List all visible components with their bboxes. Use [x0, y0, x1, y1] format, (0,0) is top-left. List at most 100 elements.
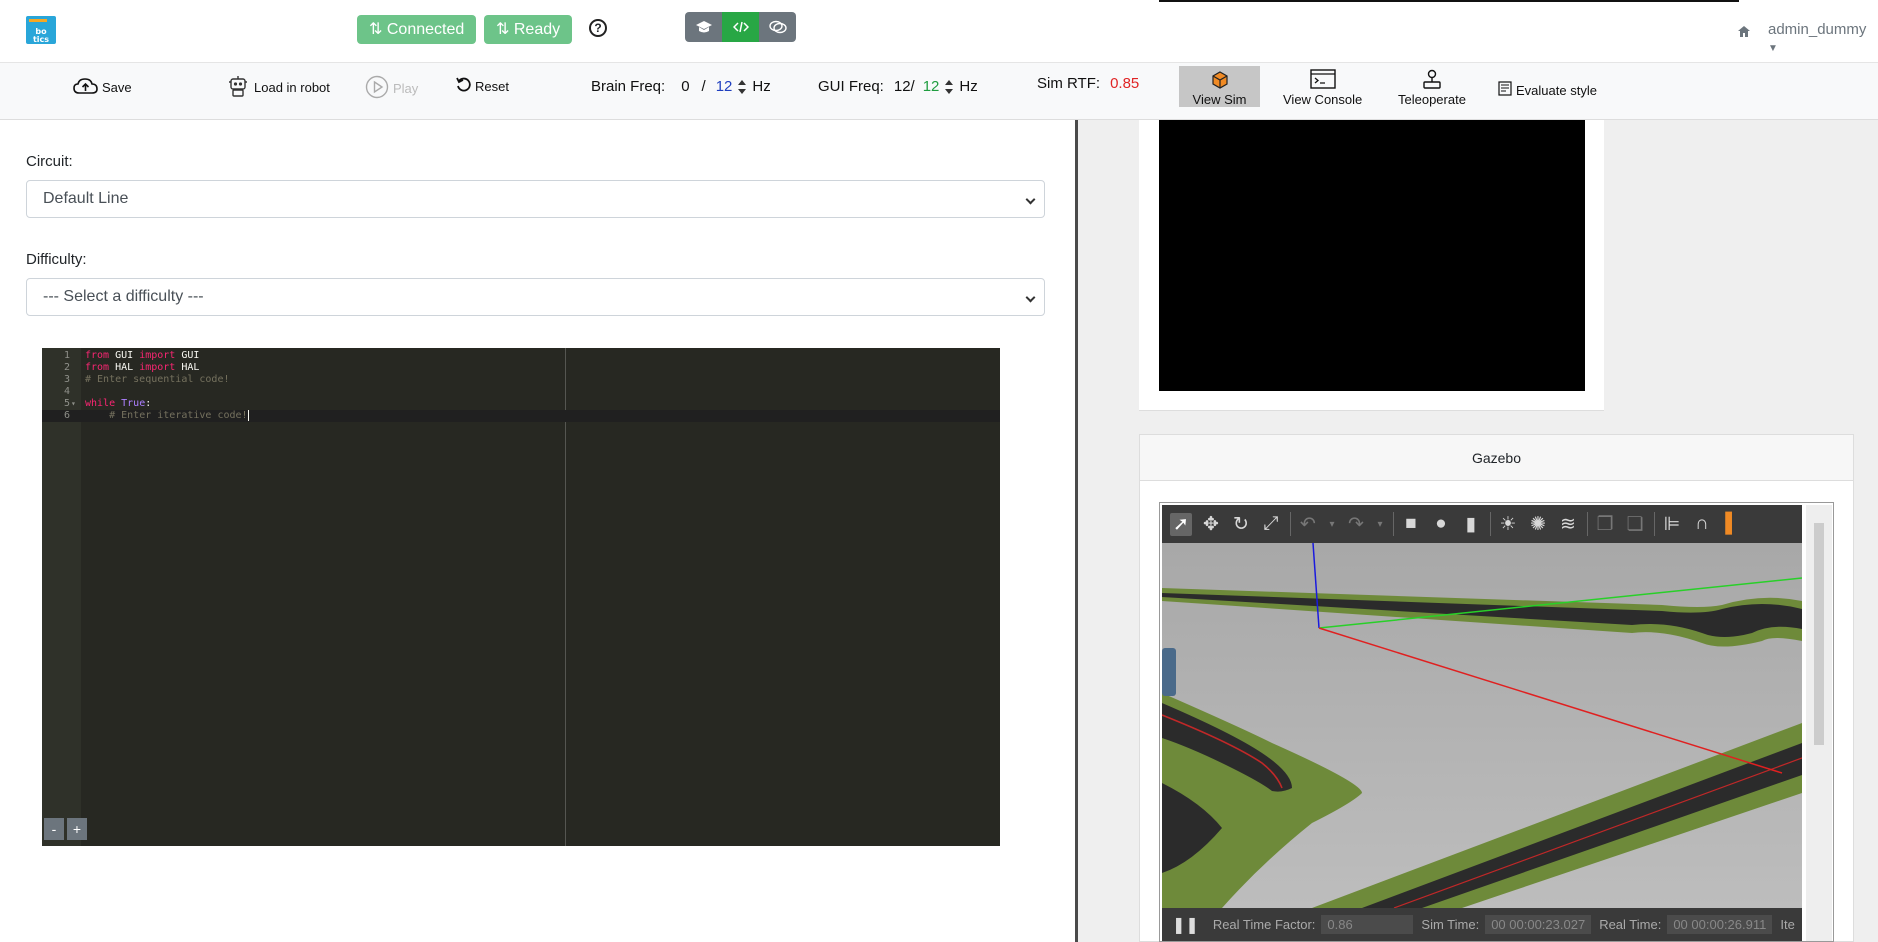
- select-arrow-icon[interactable]: ➚: [1170, 512, 1192, 536]
- paste-icon[interactable]: ❏: [1624, 513, 1646, 536]
- view-sim-button[interactable]: View Sim: [1179, 66, 1260, 107]
- scrollbar-thumb[interactable]: [1814, 523, 1824, 745]
- chat-icon[interactable]: [759, 12, 796, 42]
- evaluate-label: Evaluate style: [1516, 82, 1597, 98]
- load-in-robot-button[interactable]: Load in robot: [226, 74, 330, 101]
- view-console-button[interactable]: View Console: [1275, 66, 1370, 107]
- code-token: import: [139, 362, 176, 373]
- play-button[interactable]: Play: [365, 75, 418, 102]
- brain-freq-input[interactable]: 12: [716, 78, 733, 95]
- gazebo-title: Gazebo: [1140, 435, 1853, 481]
- chevron-down-icon: [1025, 194, 1036, 205]
- rotate-icon[interactable]: ↻: [1230, 513, 1252, 536]
- line-number: 3: [63, 374, 70, 385]
- gazebo-viewer[interactable]: ➚ ✥ ↻ ⤢ ↶ ▾ ↷ ▾ ■ ● ▮ ☀ ✺ ≋ ❐ ❏ ⊫ ∩ ▌ ❚❚…: [1159, 502, 1834, 942]
- line-number: 5: [63, 398, 70, 409]
- robot-icon: [226, 74, 254, 101]
- cube-icon: [1211, 71, 1229, 92]
- gui-freq-stepper[interactable]: [945, 79, 954, 94]
- sim-rtf-label: Sim RTF:: [1037, 75, 1101, 92]
- load-label: Load in robot: [254, 80, 330, 95]
- play-label: Play: [393, 81, 419, 96]
- joystick-icon: [1422, 69, 1442, 92]
- code-token: from: [85, 350, 110, 361]
- gazebo-scrollbar[interactable]: [1806, 505, 1832, 941]
- text-cursor: [247, 410, 249, 421]
- code-line: 5 ▾ while True:: [42, 398, 1000, 410]
- gui-freq-control: GUI Freq: 12/ 12 Hz: [818, 78, 978, 95]
- zoom-out-button[interactable]: -: [44, 818, 64, 840]
- view-sim-label: View Sim: [1192, 92, 1247, 107]
- sim-rtf-value: 0.85: [1110, 75, 1140, 92]
- sphere-shape-icon[interactable]: ●: [1430, 513, 1452, 535]
- cloud-upload-icon: [73, 77, 102, 98]
- caret-down-icon: ▼: [1768, 43, 1778, 54]
- code-icon[interactable]: [722, 12, 759, 42]
- side-panel-handle[interactable]: [1162, 648, 1176, 696]
- editor-print-margin: [565, 348, 566, 846]
- user-name: admin_dummy: [1768, 21, 1867, 38]
- app-logo[interactable]: bo tics: [26, 16, 56, 44]
- pause-icon[interactable]: ❚❚: [1172, 915, 1199, 935]
- box-shape-icon[interactable]: ■: [1400, 513, 1422, 535]
- magnet-icon[interactable]: ∩: [1691, 513, 1713, 535]
- save-button[interactable]: Save: [73, 77, 132, 98]
- line-number: 1: [63, 350, 70, 361]
- line-number: 4: [63, 386, 70, 397]
- spot-light-icon[interactable]: ✺: [1527, 513, 1549, 536]
- code-line: 4: [42, 386, 1000, 398]
- logo-text: bo tics: [32, 27, 50, 44]
- redo-icon[interactable]: ↷: [1345, 513, 1367, 536]
- evaluate-style-button[interactable]: Evaluate style: [1498, 81, 1597, 99]
- code-token: HAL: [175, 362, 200, 373]
- reset-button[interactable]: Reset: [456, 77, 509, 95]
- real-time-value: 00 00:00:26.911: [1667, 915, 1773, 934]
- brain-freq-label: Brain Freq:: [591, 78, 666, 95]
- scale-icon[interactable]: ⤢: [1260, 513, 1282, 535]
- code-line: 1 from GUI import GUI: [42, 350, 1000, 362]
- brain-freq-stepper[interactable]: [738, 79, 747, 94]
- align-icon[interactable]: ⊫: [1661, 513, 1683, 536]
- top-divider-line: [1159, 0, 1739, 2]
- editor-gutter: [42, 348, 81, 846]
- zoom-in-button[interactable]: +: [67, 818, 87, 840]
- code-editor[interactable]: 1 from GUI import GUI 2 from HAL import …: [42, 348, 1000, 846]
- home-icon[interactable]: [1738, 24, 1750, 42]
- connected-label: Connected: [386, 21, 465, 38]
- brain-freq-unit: Hz: [752, 78, 771, 95]
- undo-icon[interactable]: ↶: [1297, 513, 1319, 536]
- gazebo-toolbar: ➚ ✥ ↻ ⤢ ↶ ▾ ↷ ▾ ■ ● ▮ ☀ ✺ ≋ ❐ ❏ ⊫ ∩ ▌: [1162, 505, 1802, 543]
- teleoperate-button[interactable]: Teleoperate: [1390, 66, 1474, 107]
- undo-dropdown-icon[interactable]: ▾: [1327, 519, 1337, 530]
- copy-icon[interactable]: ❐: [1594, 513, 1616, 536]
- code-token: True: [121, 398, 146, 409]
- code-token: HAL: [109, 362, 140, 373]
- graduation-cap-icon[interactable]: [685, 12, 722, 42]
- iterations-label: Ite: [1780, 917, 1795, 932]
- translate-icon[interactable]: ✥: [1200, 513, 1222, 536]
- teleoperate-label: Teleoperate: [1398, 92, 1466, 107]
- cylinder-shape-icon[interactable]: ▮: [1460, 513, 1482, 536]
- gui-freq-input[interactable]: 12: [923, 78, 940, 95]
- user-menu[interactable]: admin_dummy ▼: [1768, 21, 1878, 55]
- question-circle-icon[interactable]: ?: [589, 19, 607, 37]
- redo-dropdown-icon[interactable]: ▾: [1375, 519, 1385, 530]
- line-number: 6: [63, 410, 70, 421]
- fold-arrow-icon[interactable]: ▾: [71, 398, 76, 410]
- code-token: :: [145, 398, 152, 409]
- circuit-label: Circuit:: [26, 153, 73, 170]
- difficulty-select-value: --- Select a difficulty ---: [43, 288, 204, 305]
- circuit-select[interactable]: Default Line: [26, 180, 1045, 218]
- connected-button[interactable]: ⇅ Connected: [357, 15, 477, 44]
- point-light-icon[interactable]: ☀: [1497, 513, 1519, 536]
- record-icon[interactable]: ▌: [1721, 513, 1743, 535]
- sim-time-value: 00 00:00:23.027: [1485, 915, 1592, 934]
- swap-arrows-icon: ⇅: [496, 21, 510, 38]
- gazebo-3d-scene[interactable]: [1162, 543, 1802, 908]
- swap-arrows-icon: ⇅: [369, 21, 383, 38]
- code-line-active: 6 # Enter iterative code!: [42, 410, 1000, 422]
- difficulty-select[interactable]: --- Select a difficulty ---: [26, 278, 1045, 316]
- directional-light-icon[interactable]: ≋: [1557, 513, 1579, 536]
- ready-button[interactable]: ⇅ Ready: [484, 15, 573, 44]
- circuit-select-value: Default Line: [43, 190, 129, 207]
